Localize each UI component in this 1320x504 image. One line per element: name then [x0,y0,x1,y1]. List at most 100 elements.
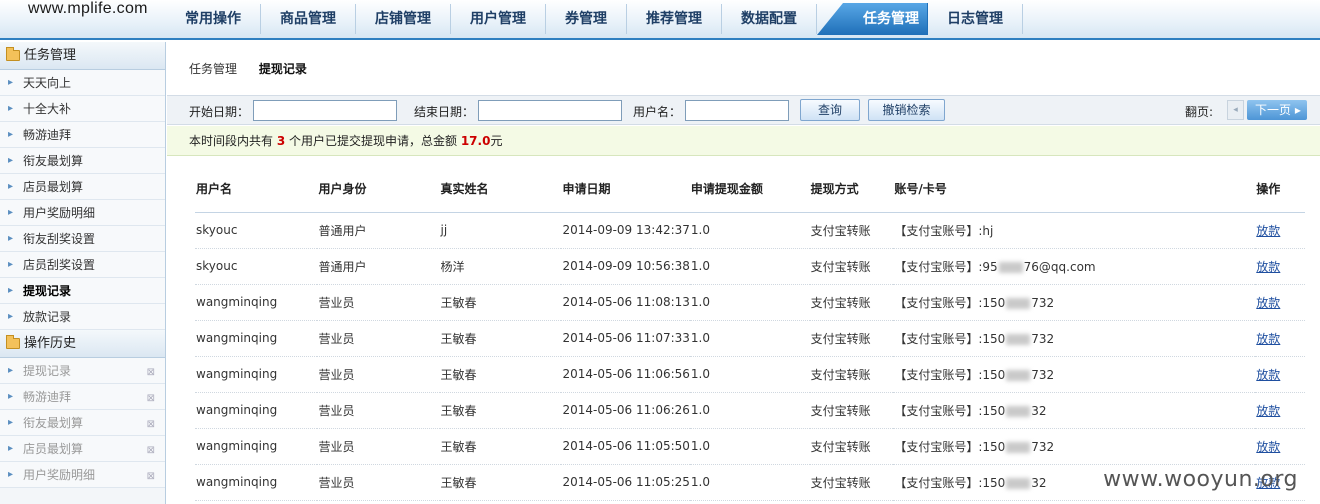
cell-amount: 1.0 [689,428,810,465]
column-header: 申请日期 [561,166,690,213]
close-icon[interactable]: ⊠ [147,360,155,386]
redacted-mask [1006,405,1031,417]
breadcrumb: 任务管理 提现记录 [189,60,307,77]
cell-role: 营业员 [317,464,440,501]
cell-user: wangminqing [195,284,318,321]
breadcrumb-current: 提现记录 [258,62,307,76]
cell-action: 放款 [1255,212,1305,249]
sidebar-item[interactable]: 衔友刮奖设置 [0,226,165,252]
sidebar-item[interactable]: 店员最划算 [0,174,165,200]
close-icon[interactable]: ⊠ [147,412,155,438]
release-funds-link[interactable]: 放款 [1256,260,1280,274]
history-item[interactable]: 用户奖励明细 ⊠ [0,462,165,488]
history-item-label: 店员最划算 [23,442,84,456]
summary-prefix: 本时间段内共有 [189,134,277,148]
release-funds-link[interactable]: 放款 [1256,440,1280,454]
username-input[interactable] [685,100,789,121]
release-funds-link[interactable]: 放款 [1256,368,1280,382]
nav-tab[interactable]: 常用操作 [166,4,261,34]
release-funds-link[interactable]: 放款 [1256,296,1280,310]
sidebar-item[interactable]: 畅游迪拜 [0,122,165,148]
cell-action: 放款 [1255,284,1305,321]
table-row: skyouc 普通用户 杨洋 2014-09-09 10:56:38 1.0 支付宝转账【… [195,248,1305,285]
cell-user: wangminqing [195,320,318,357]
cell-date: 2014-05-06 11:05:25 [561,464,690,501]
sidebar-section-task[interactable]: 任务管理 [0,42,165,70]
cell-date: 2014-05-06 11:06:56 [561,356,690,393]
folder-icon [6,335,20,349]
account-prefix: 【支付宝账号】:150 [894,295,1006,310]
sidebar: 任务管理 天天向上十全大补畅游迪拜衔友最划算店员最划算用户奖励明细衔友刮奖设置店… [0,42,166,504]
sidebar-item[interactable]: 放款记录 [0,304,165,330]
sidebar-section-history[interactable]: 操作历史 [0,330,165,358]
sidebar-item[interactable]: 十全大补 [0,96,165,122]
account-suffix: 32 [1031,403,1047,418]
cell-role: 普通用户 [317,212,440,249]
release-funds-link[interactable]: 放款 [1256,224,1280,238]
nav-tab[interactable]: 店铺管理 [356,4,451,34]
column-header: 用户身份 [317,166,440,213]
cell-account: 【支付宝账号】:150 732 [893,428,1256,465]
nav-tab[interactable]: 商品管理 [261,4,356,34]
release-funds-link[interactable]: 放款 [1256,332,1280,346]
cell-name: 王敏春 [439,428,562,465]
cell-amount: 1.0 [689,392,810,429]
cancel-search-button[interactable]: 撤销检索 [868,99,945,121]
release-funds-link[interactable]: 放款 [1256,404,1280,418]
cell-date: 2014-05-06 11:08:13 [561,284,690,321]
cell-action: 放款 [1255,248,1305,285]
start-date-label: 开始日期： [189,105,250,119]
folder-icon [6,47,20,61]
history-item[interactable]: 畅游迪拜 ⊠ [0,384,165,410]
cell-date: 2014-05-06 11:05:50 [561,428,690,465]
cell-action: 放款 [1255,320,1305,357]
account-suffix: 76@qq.com [1023,259,1096,274]
sidebar-item[interactable]: 店员刮奖设置 [0,252,165,278]
close-icon[interactable]: ⊠ [147,464,155,490]
summary-middle: 个用户已提交提现申请，总金额 [285,134,461,148]
cell-role: 营业员 [317,320,440,357]
prev-page-button[interactable]: ◂ [1227,100,1244,120]
cell-action: 放款 [1255,392,1305,429]
next-page-button[interactable]: 下一页 ▸ [1247,100,1307,120]
end-date-input[interactable] [478,100,622,121]
close-icon[interactable]: ⊠ [147,386,155,412]
cell-date: 2014-05-06 11:07:33 [561,320,690,357]
summary-total: 17.0 [460,134,491,148]
account-prefix: 【支付宝账号】:150 [894,475,1006,490]
breadcrumb-parent[interactable]: 任务管理 [189,62,237,76]
sidebar-item[interactable]: 衔友最划算 [0,148,165,174]
nav-tab[interactable]: 数据配置 [722,4,817,34]
cell-user: skyouc [195,248,318,285]
history-item[interactable]: 店员最划算 ⊠ [0,436,165,462]
close-icon[interactable]: ⊠ [147,438,155,464]
nav-tab[interactable]: 券管理 [546,4,627,34]
sidebar-item[interactable]: 天天向上 [0,70,165,96]
column-header: 申请提现金额 [689,166,810,213]
sidebar-item[interactable]: 用户奖励明细 [0,200,165,226]
start-date-input[interactable] [253,100,397,121]
account-suffix: 732 [1031,295,1055,310]
cell-role: 营业员 [317,392,440,429]
cell-name: 王敏春 [439,356,562,393]
cell-name: jj [439,212,562,249]
redacted-mask [1006,441,1031,453]
redacted-mask [1006,369,1031,381]
table-row: wangminqing 营业员 王敏春 2014-05-06 11:07:33 1.0 支… [195,320,1305,357]
cell-account: 【支付宝账号】:150 732 [893,356,1256,393]
query-button[interactable]: 查询 [800,99,860,121]
nav-tab[interactable]: 任务管理 [817,3,928,35]
cell-action: 放款 [1255,428,1305,465]
nav-tab[interactable]: 推荐管理 [627,4,722,34]
summary-suffix: 元 [490,134,503,148]
nav-tab[interactable]: 日志管理 [928,4,1023,34]
cell-account: 【支付宝账号】:150 32 [893,392,1256,429]
history-item[interactable]: 提现记录 ⊠ [0,358,165,384]
sidebar-item[interactable]: 提现记录 [0,278,165,304]
column-header: 账号/卡号 [893,166,1256,213]
nav-tab[interactable]: 用户管理 [451,4,546,34]
cell-method: 支付宝转账 [809,464,894,501]
table-row: wangminqing 营业员 王敏春 2014-05-06 11:08:13 1.0 支… [195,284,1305,321]
history-item[interactable]: 衔友最划算 ⊠ [0,410,165,436]
table-row: wangminqing 营业员 王敏春 2014-05-06 11:06:56 1.0 支… [195,356,1305,393]
